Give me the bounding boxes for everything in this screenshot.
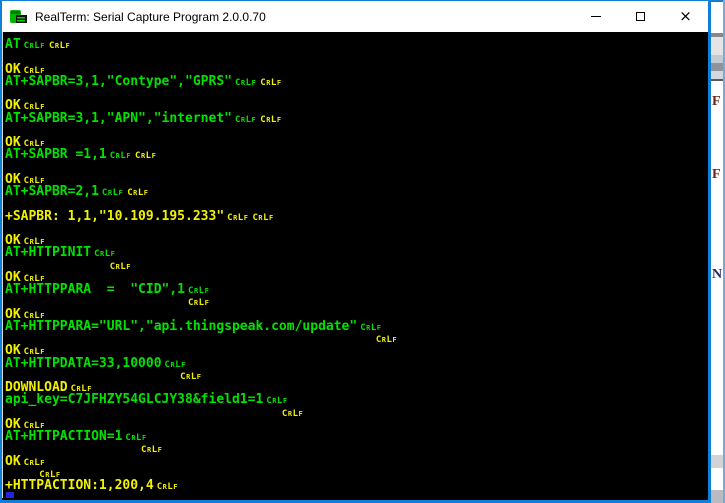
crlf-marker: CRLF [260, 114, 282, 125]
crlf-marker: CRLF [109, 151, 132, 162]
crlf-marker: CRLF [234, 77, 257, 88]
terminal-line: AT+SAPBR=3,1,"Contype","GPRS" CRLF CRLF [5, 73, 282, 89]
screen: RealTerm: Serial Capture Program 2.0.0.7… [0, 0, 725, 503]
crlf-marker: CRLF [141, 445, 163, 456]
crlf-marker: CRLF [188, 298, 210, 309]
terminal-line: AT+HTTPPARA="URL","api.thingspeak.com/up… [5, 318, 382, 334]
crlf-marker: CRLF [252, 212, 274, 223]
terminal-line: AT+SAPBR=3,1,"APN","internet" CRLF CRLF [5, 110, 282, 126]
terminal-line: AT+HTTPACTION=1 CRLF [5, 429, 147, 444]
crlf-marker: CRLF [260, 77, 282, 88]
crlf-marker: CRLF [135, 151, 157, 162]
terminal-line: +SAPBR: 1,1,"10.109.195.233" CRLF CRLF [5, 208, 274, 224]
terminal-line: CRLF [5, 296, 708, 308]
crlf-marker: CRLF [101, 188, 124, 198]
terminal-line: OK CRLF [5, 135, 45, 150]
terminal-line: AT+HTTPDATA=33,10000 CRLF [5, 355, 186, 371]
app-icon [9, 8, 29, 26]
crlf-marker: CRLF [266, 396, 288, 407]
terminal-line [5, 492, 708, 498]
terminal-line: api_key=C7JFHZY54GLCJY38&field1=1 CRLF [5, 392, 288, 408]
terminal-line: OK CRLF [5, 453, 45, 469]
terminal-line: OK CRLF [5, 233, 45, 248]
window-controls: × [573, 1, 708, 32]
terminal-line: CRLF [5, 443, 708, 455]
terminal-line: CRLF [5, 407, 708, 419]
terminal-line: CRLF [5, 260, 708, 272]
terminal-line: CRLF [5, 370, 708, 382]
terminal-line: AT+SAPBR =1,1 CRLF CRLF [5, 147, 157, 163]
terminal-line: AT+SAPBR=2,1 CRLF CRLF [5, 184, 149, 199]
terminal-line: OK CRLF [5, 171, 45, 187]
maximize-button[interactable] [618, 1, 663, 32]
close-icon: × [679, 7, 692, 25]
minimize-icon [590, 16, 601, 17]
background-window-sliver[interactable]: F F N [711, 0, 725, 503]
close-button[interactable]: × [663, 1, 708, 32]
crlf-marker: CRLF [23, 457, 45, 468]
crlf-marker: CRLF [180, 371, 202, 382]
crlf-marker: CRLF [281, 408, 304, 419]
terminal-line: AT+HTTPINIT CRLF [5, 245, 116, 261]
terminal-line: CRLF [5, 333, 708, 345]
crlf-marker: CRLF [156, 482, 178, 492]
crlf-marker: CRLF [109, 261, 132, 272]
maximize-icon [636, 12, 645, 21]
sliver-text-fragment: N [712, 267, 723, 282]
crlf-marker: CRLF [227, 212, 249, 223]
crlf-marker: CRLF [48, 41, 71, 51]
realterm-window: RealTerm: Serial Capture Program 2.0.0.7… [0, 0, 711, 503]
window-title: RealTerm: Serial Capture Program 2.0.0.7… [35, 9, 266, 24]
crlf-marker: CRLF [127, 188, 149, 198]
terminal-cursor [6, 492, 14, 498]
terminal-line: AT+HTTPPARA = "CID",1 CRLF [5, 282, 210, 297]
sliver-text-fragment: F [712, 94, 721, 109]
sliver-text-fragment: F [712, 167, 721, 182]
crlf-marker: CRLF [234, 114, 257, 125]
terminal-line: AT CRLF CRLF [5, 37, 71, 52]
crlf-marker: CRLF [23, 41, 45, 51]
title-bar[interactable]: RealTerm: Serial Capture Program 2.0.0.7… [2, 1, 708, 32]
terminal-output[interactable]: AT CRLF CRLF OK CRLF AT+SAPBR=3,1,"Contype","… [2, 32, 708, 498]
minimize-button[interactable] [573, 1, 618, 32]
terminal-line: +HTTPACTION:1,200,4 CRLF [5, 478, 178, 493]
crlf-marker: CRLF [164, 359, 186, 370]
crlf-marker: CRLF [375, 335, 398, 345]
crlf-marker: CRLF [94, 249, 116, 260]
